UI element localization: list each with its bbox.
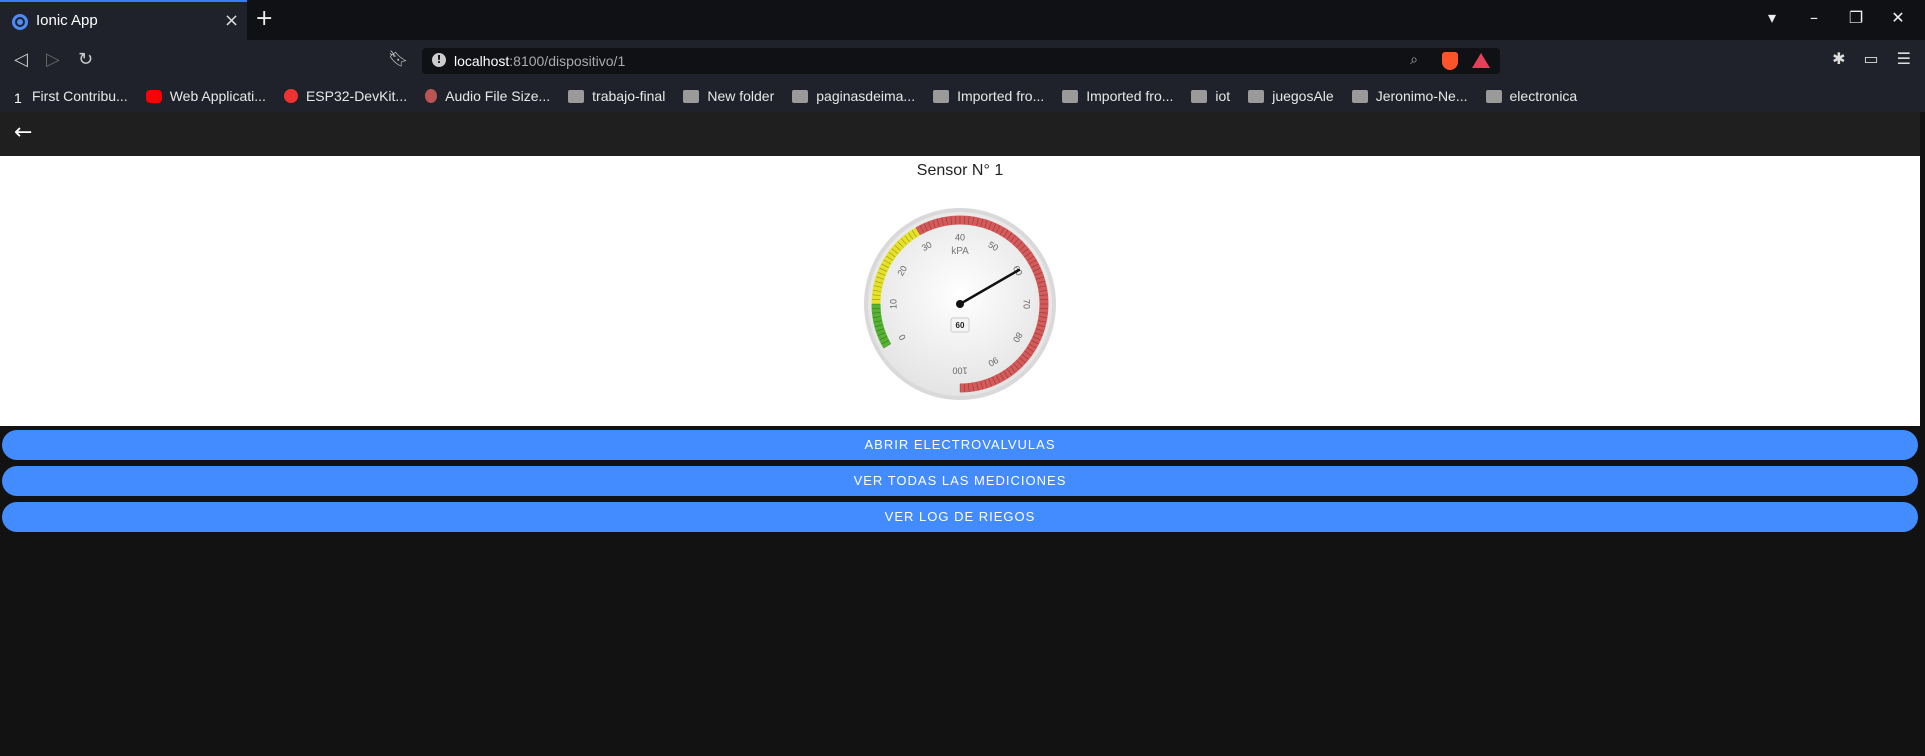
close-window-icon[interactable]: ✕ — [1889, 8, 1907, 27]
gauge-value-label: 60 — [956, 321, 965, 330]
bookmark-label: trabajo-final — [592, 88, 666, 104]
window-controls: ▾ – ❐ ✕ — [1763, 8, 1907, 27]
reload-icon[interactable]: ↻ — [78, 49, 93, 70]
brave-shields-icon[interactable] — [1442, 52, 1458, 70]
address-bar[interactable]: ! localhost:8100/dispositivo/1 ⌕ — [422, 48, 1500, 74]
bookmark-item[interactable]: trabajo-final — [568, 88, 665, 104]
browser-toolbar: ◁ ▷ ↻ 🔖︎ ! localhost:8100/dispositivo/1 … — [0, 40, 1925, 80]
gauge-tick-label: 40 — [955, 232, 965, 242]
bookmark-label: Imported fro... — [1086, 88, 1174, 104]
site-info-icon[interactable]: ! — [432, 53, 446, 67]
bookmarks-bar: 1 First Contribu... Web Applicati... ESP32-… — [0, 80, 1925, 112]
bookmark-label: juegosAle — [1272, 88, 1334, 104]
gauge-tick-label: 100 — [952, 366, 967, 376]
view-measurements-button[interactable]: VER TODAS LAS MEDICIONES — [2, 466, 1918, 496]
bookmark-label: First Contribu... — [32, 88, 128, 104]
bookmark-page-icon[interactable]: 🔖︎ — [388, 49, 408, 68]
browser-tab-bar: Ionic App × + ▾ – ❐ ✕ — [0, 0, 1925, 40]
bookmark-item[interactable]: electronica — [1485, 88, 1578, 104]
view-irrigation-log-button[interactable]: VER LOG DE RIEGOS — [2, 502, 1918, 532]
gauge-tick-label: 70 — [1022, 299, 1032, 309]
app-header: ← — [0, 112, 1920, 156]
back-arrow-icon[interactable]: ← — [14, 120, 32, 145]
bookmark-label: Audio File Size... — [445, 88, 551, 104]
extensions-icon[interactable]: ✱ — [1832, 49, 1845, 68]
pressure-gauge: 0102030405060708090100kPA60 — [864, 208, 1056, 400]
browser-tab[interactable]: Ionic App × — [0, 0, 247, 40]
wallet-icon[interactable]: ▭ — [1864, 49, 1879, 68]
close-tab-icon[interactable]: × — [224, 10, 239, 31]
folder-icon — [568, 89, 585, 103]
bookmark-label: Imported fro... — [957, 88, 1045, 104]
folder-icon — [792, 89, 809, 103]
bookmark-label: paginasdeima... — [816, 88, 916, 104]
bookmark-item[interactable]: New folder — [683, 88, 774, 104]
number-one-icon: 1 — [14, 89, 22, 106]
fingerprint-icon — [283, 89, 298, 103]
avatar-icon — [425, 89, 438, 103]
bookmark-label: ESP32-DevKit... — [305, 88, 408, 104]
sensor-title: Sensor N° 1 — [916, 162, 1004, 179]
minimize-icon[interactable]: – — [1805, 8, 1823, 27]
forward-nav-icon[interactable]: ▷ — [46, 49, 60, 70]
bookmark-item[interactable]: paginasdeima... — [792, 88, 915, 104]
folder-icon — [1062, 89, 1079, 103]
bookmark-label: New folder — [707, 88, 775, 104]
extension-toolbar: ✱ ▭ ☰ — [1832, 49, 1911, 68]
ionic-favicon-icon — [12, 14, 28, 30]
folder-icon — [1485, 89, 1502, 103]
url-text[interactable]: localhost:8100/dispositivo/1 — [454, 53, 625, 69]
folder-icon — [1351, 89, 1368, 103]
folder-icon — [683, 89, 700, 103]
bookmark-label: electronica — [1509, 88, 1578, 104]
bookmark-item[interactable]: Jeronimo-Ne... — [1351, 88, 1468, 104]
new-tab-button[interactable]: + — [255, 6, 273, 31]
bookmark-item[interactable]: juegosAle — [1248, 88, 1334, 104]
bookmark-item[interactable]: Audio File Size... — [425, 88, 550, 104]
brave-rewards-icon[interactable] — [1472, 53, 1490, 68]
bookmark-item[interactable]: Imported fro... — [1062, 88, 1173, 104]
tab-search-icon[interactable]: ▾ — [1763, 8, 1781, 27]
bookmark-item[interactable]: iot — [1191, 88, 1230, 104]
tab-title: Ionic App — [36, 12, 98, 29]
sensor-card: Sensor N° 1 0 10 20 30 40 50 60 70 80 90 100 kPA 60 — [0, 156, 1920, 426]
bookmark-label: iot — [1215, 88, 1231, 104]
bookmark-label: Web Applicati... — [169, 88, 266, 104]
bookmark-item[interactable]: Imported fro... — [933, 88, 1044, 104]
gauge-tick-label: 10 — [888, 299, 898, 309]
zoom-icon[interactable]: ⌕ — [1410, 52, 1418, 68]
open-valves-button[interactable]: ABRIR ELECTROVALVULAS — [2, 430, 1918, 460]
bookmark-item[interactable]: ESP32-DevKit... — [283, 88, 408, 104]
youtube-icon — [145, 89, 162, 103]
folder-icon — [933, 89, 950, 103]
restore-icon[interactable]: ❐ — [1847, 8, 1865, 27]
gauge-needle-hub — [956, 300, 964, 308]
bookmark-item[interactable]: 1 First Contribu... — [14, 88, 128, 106]
folder-icon — [1248, 89, 1265, 103]
gauge-unit-label: kPA — [951, 246, 969, 257]
bookmark-item[interactable]: Web Applicati... — [145, 88, 266, 104]
bookmark-label: Jeronimo-Ne... — [1375, 88, 1468, 104]
folder-icon — [1191, 89, 1208, 103]
back-nav-icon[interactable]: ◁ — [14, 49, 28, 70]
menu-icon[interactable]: ☰ — [1897, 49, 1911, 68]
